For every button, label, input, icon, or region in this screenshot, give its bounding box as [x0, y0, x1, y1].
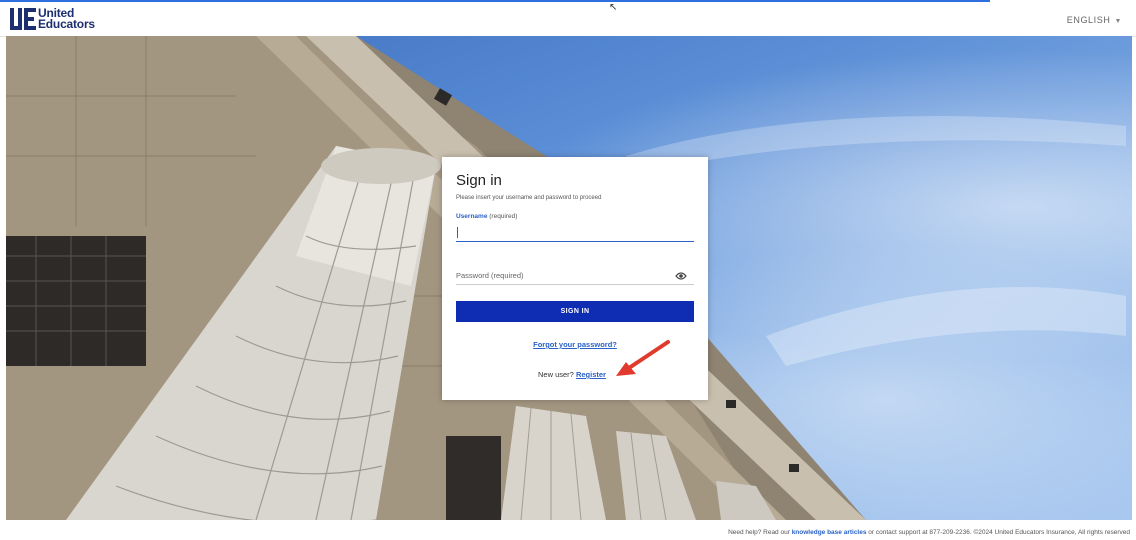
logo-mark-icon	[10, 8, 36, 30]
sign-in-title: Sign in	[456, 172, 502, 189]
new-user-prompt: New user? Register	[538, 370, 606, 379]
eye-icon[interactable]	[675, 268, 687, 280]
language-label: ENGLISH	[1066, 15, 1111, 25]
chevron-down-icon: ▼	[1114, 18, 1122, 25]
mouse-cursor-icon: ↖	[609, 2, 618, 13]
footer-text-before: Need help? Read our	[728, 529, 790, 536]
footer: Need help? Read our knowledge base artic…	[728, 529, 1130, 536]
new-user-text: New user?	[538, 370, 574, 379]
username-label-text: Username	[456, 213, 488, 220]
language-selector[interactable]: ENGLISH ▼	[1067, 15, 1122, 25]
register-link[interactable]: Register	[576, 370, 606, 379]
logo-line-2: Educators	[38, 17, 95, 31]
footer-text-after: or contact support at 877-209-2236. ©202…	[868, 529, 1130, 536]
sign-in-card: Sign in Please insert your username and …	[442, 157, 708, 400]
united-educators-logo[interactable]: United Educators	[10, 7, 95, 31]
username-required-text: (required)	[489, 213, 518, 220]
text-caret	[457, 227, 458, 238]
password-input[interactable]	[456, 266, 694, 285]
sign-in-button[interactable]: SIGN IN	[456, 301, 694, 322]
annotation-arrow-icon	[616, 340, 670, 376]
top-header: United Educators ENGLISH ▼	[0, 2, 1136, 37]
logo-text: United Educators	[38, 7, 95, 31]
sign-in-subtitle: Please insert your username and password…	[456, 195, 602, 201]
username-input[interactable]	[456, 225, 694, 242]
username-label: Username (required)	[456, 213, 517, 220]
knowledge-base-link[interactable]: knowledge base articles	[792, 529, 867, 536]
